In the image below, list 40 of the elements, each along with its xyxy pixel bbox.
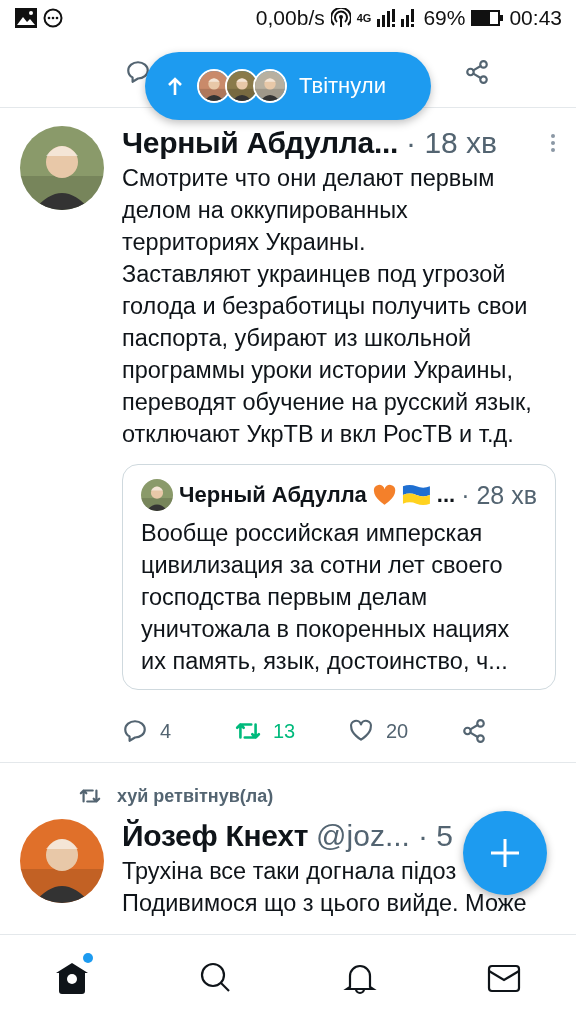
author-handle: @joz... (316, 819, 410, 853)
quoted-text: Вообще российская имперская цивилизация за сотни лет своего господства первым делам уничтожала в покоренных нациях их память, язык, достоинство, ч... (141, 519, 511, 676)
reply-icon[interactable] (122, 718, 148, 744)
more-icon (43, 8, 63, 28)
quoted-author: Черный Абдулла (179, 482, 367, 508)
retweeted-by: хуй ретвітнув(ла) (117, 785, 274, 807)
heart-emoji-icon (372, 484, 396, 506)
pill-label: Твітнули (299, 73, 386, 99)
notification-dot (83, 952, 93, 963)
network-type: 4G (356, 12, 372, 24)
more-icon[interactable] (550, 133, 556, 153)
tweet-time: · 5 (417, 819, 453, 853)
clock: 00:43 (509, 6, 562, 30)
battery-percent: 69% (423, 6, 466, 30)
battery-icon (471, 10, 504, 26)
hotspot-icon (330, 8, 351, 28)
action-count: 4 (160, 719, 172, 743)
mail-icon (487, 962, 521, 993)
network-speed: 0,00b/s (255, 6, 325, 30)
name-ellipsis: ... (436, 482, 456, 508)
heart-icon[interactable] (348, 718, 374, 744)
action-count: 20 (386, 719, 409, 743)
image-icon (15, 8, 37, 28)
tweet-text: Смотрите что они делают первым делом на оккупированных территориях Украины. Заставляют украинцев под угрозой голода и безработицы получить свои паспорта, убирают из школьной программы уроки истории Украины, переводят обучение на русский язык, отключают УкрТВ и вкл РосТВ и т.д. (122, 164, 533, 449)
arrow-up-icon (167, 76, 183, 96)
action-count: 13 (273, 719, 296, 743)
flag-icon (401, 483, 431, 507)
tweet-time: · 18 хв (406, 126, 498, 160)
quoted-time: · 28 хв (461, 480, 537, 510)
reply-icon[interactable] (125, 59, 151, 85)
share-icon[interactable] (464, 59, 490, 85)
author-name: Черный Абдулла... (122, 126, 399, 160)
quoted-tweet[interactable]: Черный Абдулла ... · 28 хв Вообще российская имперская цивилизация за сотни лет своего господства первым делам уничтожала в покоренных нациях их память, язык, достоинство, ч... (122, 464, 556, 690)
compose-button[interactable] (463, 811, 547, 895)
share-icon[interactable] (461, 718, 487, 744)
plus-icon (489, 837, 521, 869)
home-icon (54, 960, 90, 995)
tweet-text: Подивимося що з цього вийде. Може (122, 889, 527, 918)
author-name: Йозеф Кнехт (122, 819, 309, 853)
tweet-text: Трухіна все таки догнала підоз (122, 857, 457, 886)
